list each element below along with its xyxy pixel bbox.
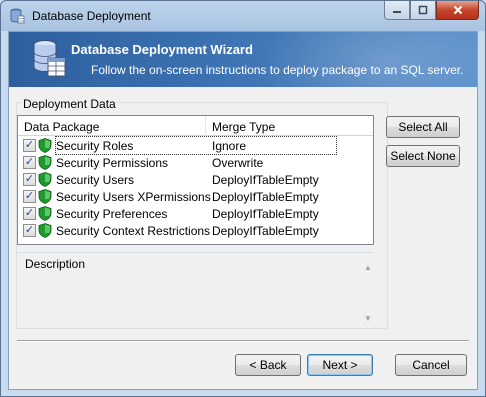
green-shield-icon bbox=[38, 206, 52, 221]
wizard-banner: Database Deployment Wizard Follow the on… bbox=[9, 32, 477, 87]
merge-type-cell[interactable]: Overwrite bbox=[212, 156, 263, 170]
table-row[interactable]: ✓ Security Users XPermissions DeployIfTabl… bbox=[18, 188, 373, 205]
table-row[interactable]: ✓ Security Permissions Overwrite bbox=[18, 154, 373, 171]
description-label: Description bbox=[25, 257, 86, 271]
data-package-cell: Security Preferences bbox=[56, 207, 168, 221]
back-button[interactable]: < Back bbox=[235, 354, 301, 376]
green-shield-icon bbox=[38, 223, 52, 238]
close-button[interactable] bbox=[436, 1, 479, 20]
merge-type-cell[interactable]: DeployIfTableEmpty bbox=[212, 190, 319, 204]
select-all-button[interactable]: Select All bbox=[386, 116, 460, 138]
data-package-cell: Security Users bbox=[56, 173, 135, 187]
data-package-list[interactable]: Data Package Merge Type ✓ Security Roles I… bbox=[17, 115, 374, 245]
data-package-cell: Security Users XPermissions bbox=[56, 190, 211, 204]
cancel-button[interactable]: Cancel bbox=[395, 354, 467, 376]
row-checkbox[interactable]: ✓ bbox=[23, 207, 36, 220]
row-checkbox[interactable]: ✓ bbox=[23, 173, 36, 186]
merge-type-cell[interactable]: DeployIfTableEmpty bbox=[212, 207, 319, 221]
database-app-icon bbox=[10, 8, 25, 24]
table-row[interactable]: ✓ Security Context Restrictions DeployIfTa… bbox=[18, 222, 373, 239]
minimize-button[interactable] bbox=[384, 1, 410, 20]
wizard-subtitle: Follow the on-screen instructions to dep… bbox=[91, 63, 464, 77]
select-none-button[interactable]: Select None bbox=[386, 145, 460, 167]
title-bar[interactable]: Database Deployment bbox=[1, 1, 485, 31]
merge-type-cell[interactable]: DeployIfTableEmpty bbox=[212, 224, 319, 238]
description-scrollbar[interactable]: ▲ ▼ bbox=[362, 263, 374, 323]
list-header: Data Package Merge Type bbox=[18, 116, 373, 136]
caption-buttons bbox=[384, 1, 479, 21]
green-shield-icon bbox=[38, 189, 52, 204]
column-header-data-package[interactable]: Data Package bbox=[18, 116, 206, 136]
window-title: Database Deployment bbox=[32, 9, 151, 23]
maximize-button[interactable] bbox=[410, 1, 436, 20]
row-checkbox[interactable]: ✓ bbox=[23, 139, 36, 152]
row-checkbox[interactable]: ✓ bbox=[23, 224, 36, 237]
table-row[interactable]: ✓ Security Roles Ignore bbox=[18, 136, 373, 155]
row-checkbox[interactable]: ✓ bbox=[23, 190, 36, 203]
data-package-cell: Security Roles bbox=[56, 139, 134, 153]
database-table-icon bbox=[33, 40, 66, 77]
scroll-down-icon[interactable]: ▼ bbox=[364, 314, 372, 323]
dialog-client-area: Database Deployment Wizard Follow the on… bbox=[8, 31, 478, 390]
table-row[interactable]: ✓ Security Users DeployIfTableEmpty bbox=[18, 171, 373, 188]
green-shield-icon bbox=[38, 172, 52, 187]
merge-type-cell[interactable]: DeployIfTableEmpty bbox=[212, 173, 319, 187]
data-package-cell: Security Context Restrictions bbox=[56, 224, 211, 238]
close-icon bbox=[453, 5, 462, 15]
app-window: Database Deployment Database Deployment … bbox=[0, 0, 486, 397]
minimize-icon bbox=[393, 11, 401, 13]
data-package-cell: Security Permissions bbox=[56, 156, 169, 170]
deployment-data-group: Deployment Data Data Package Merge Type … bbox=[16, 97, 388, 329]
green-shield-icon bbox=[38, 138, 52, 153]
merge-type-cell[interactable]: Ignore bbox=[212, 139, 246, 153]
group-label: Deployment Data bbox=[22, 97, 117, 111]
row-checkbox[interactable]: ✓ bbox=[23, 156, 36, 169]
scroll-up-icon[interactable]: ▲ bbox=[364, 263, 372, 272]
maximize-icon bbox=[418, 5, 428, 15]
wizard-title: Database Deployment Wizard bbox=[71, 42, 253, 57]
column-header-merge-type[interactable]: Merge Type bbox=[206, 116, 373, 136]
list-rows: ✓ Security Roles Ignore ✓ Security Permissio… bbox=[18, 136, 373, 239]
next-button[interactable]: Next > bbox=[307, 354, 373, 376]
table-row[interactable]: ✓ Security Preferences DeployIfTableEmpty bbox=[18, 205, 373, 222]
green-shield-icon bbox=[38, 155, 52, 170]
footer-separator bbox=[17, 340, 469, 342]
